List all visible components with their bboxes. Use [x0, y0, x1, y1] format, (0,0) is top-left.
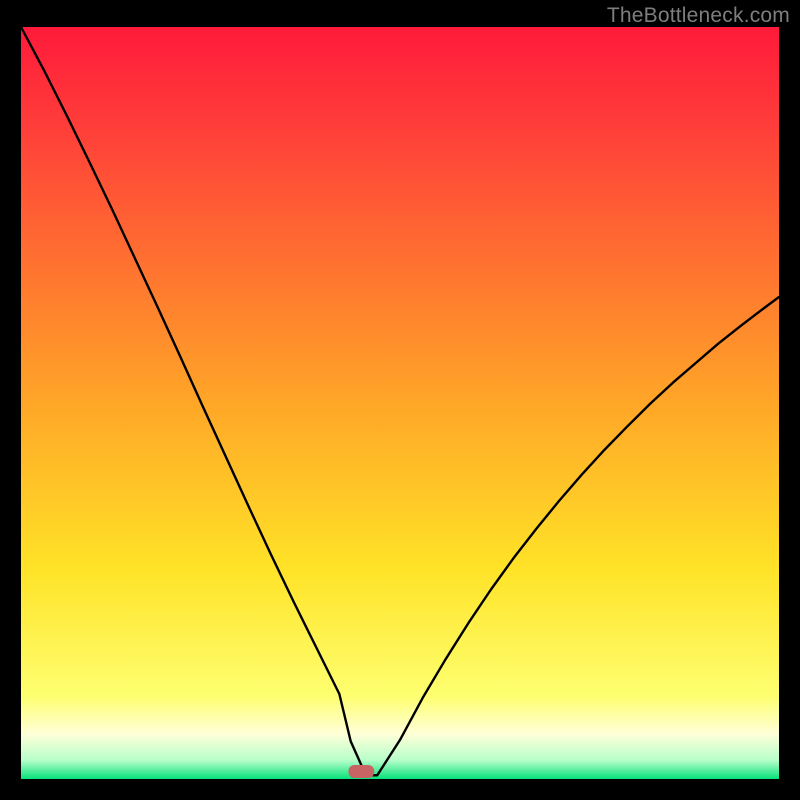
chart-frame: TheBottleneck.com — [0, 0, 800, 800]
bottleneck-chart — [21, 27, 779, 779]
gradient-background — [21, 27, 779, 779]
watermark-text: TheBottleneck.com — [607, 4, 790, 28]
optimum-marker — [348, 765, 374, 778]
